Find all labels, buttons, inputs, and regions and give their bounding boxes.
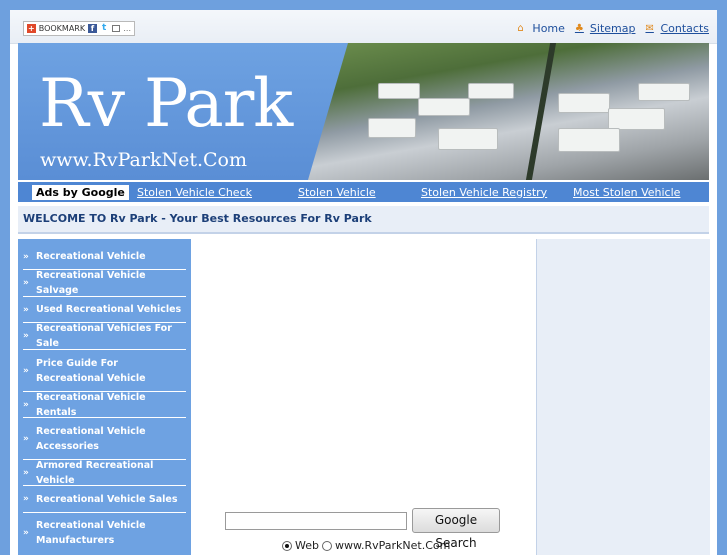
welcome-text: WELCOME TO Rv Park - Your Best Resources… <box>23 212 372 225</box>
search-scope: Web www.RvParkNet.Com <box>282 539 450 552</box>
mail-icon: ✉ <box>645 22 654 34</box>
sidebar-item-salvage[interactable]: » Recreational Vehicle Salvage <box>23 270 186 297</box>
contacts-link-label: Contacts <box>660 22 709 35</box>
site-header: Rv Park www.RvParkNet.Com <box>18 43 709 180</box>
double-chevron-icon: » <box>23 278 29 288</box>
rv-image <box>608 108 665 130</box>
double-chevron-icon: » <box>23 331 29 341</box>
sitemap-icon: ♣ <box>574 22 584 34</box>
bookmark-more[interactable]: ... <box>123 24 131 33</box>
double-chevron-icon: » <box>23 467 29 478</box>
sidebar-item-used[interactable]: » Used Recreational Vehicles <box>23 297 186 323</box>
google-search-button[interactable]: Google Search <box>412 508 500 550</box>
sidebar-item-rentals[interactable]: » Recreational Vehicle Rentals <box>23 392 186 418</box>
ad-link-bar: Ads by Google Stolen Vehicle Check Stole… <box>18 182 709 202</box>
page: + BOOKMARK f t ... ⌂ Home ♣ Sitemap ✉ Co… <box>10 10 717 555</box>
rv-park-photo <box>308 43 709 180</box>
site-title: Rv Park <box>39 65 293 142</box>
twitter-icon[interactable]: t <box>99 24 109 33</box>
email-icon[interactable] <box>111 25 121 32</box>
site-url: www.RvParkNet.Com <box>40 149 248 171</box>
sidebar-item-for-sale[interactable]: » Recreational Vehicles For Sale <box>23 323 186 350</box>
sidebar-item-armored[interactable]: » Armored Recreational Vehicle <box>23 460 186 486</box>
ads-by-google[interactable]: Ads by Google <box>32 184 129 200</box>
rv-image <box>438 128 498 150</box>
sidebar-item-label: Recreational Vehicle Manufacturers <box>36 520 146 546</box>
sitemap-link-label: Sitemap <box>589 22 636 35</box>
plus-icon: + <box>27 24 36 33</box>
sidebar-item-manufacturers[interactable]: » Recreational Vehicle Manufacturers <box>23 513 186 553</box>
double-chevron-icon: » <box>23 365 29 376</box>
double-chevron-icon: » <box>23 251 29 262</box>
sidebar-item-sales[interactable]: » Recreational Vehicle Sales <box>23 486 186 513</box>
top-bar: + BOOKMARK f t ... ⌂ Home ♣ Sitemap ✉ Co… <box>10 10 717 44</box>
sidebar-item-accessories[interactable]: » Recreational Vehicle Accessories <box>23 418 186 460</box>
nav-link-stolen-vehicle-registry[interactable]: Stolen Vehicle Registry <box>421 186 547 199</box>
rv-image <box>558 93 610 113</box>
top-links: ⌂ Home ♣ Sitemap ✉ Contacts <box>517 22 709 35</box>
double-chevron-icon: » <box>23 433 29 444</box>
radio-site[interactable] <box>321 540 332 551</box>
home-icon: ⌂ <box>517 22 524 34</box>
rv-image <box>468 83 514 99</box>
radio-web-label: Web <box>295 539 319 552</box>
sidebar-item-label: Recreational Vehicle <box>36 251 146 262</box>
main-content: Google Search Web www.RvParkNet.Com <box>191 239 534 555</box>
bookmark-label: BOOKMARK <box>38 24 86 33</box>
double-chevron-icon: » <box>23 304 29 315</box>
sidebar-item-label: Used Recreational Vehicles <box>36 304 182 315</box>
double-chevron-icon: » <box>23 494 29 504</box>
sidebar-item-label: Recreational Vehicle Sales <box>36 493 178 505</box>
home-link[interactable]: ⌂ Home <box>517 22 564 35</box>
rv-image <box>378 83 420 99</box>
sidebar: » Recreational Vehicle » Recreational Ve… <box>18 239 191 555</box>
sidebar-item-label: Recreational Vehicles For Sale <box>36 323 172 349</box>
home-link-label: Home <box>532 22 565 35</box>
rv-image <box>368 118 416 138</box>
welcome-banner: WELCOME TO Rv Park - Your Best Resources… <box>18 206 709 234</box>
search-input[interactable] <box>225 512 407 530</box>
sidebar-item-label: Recreational Vehicle Rentals <box>36 391 146 418</box>
sidebar-item-price-guide[interactable]: » Price Guide For Recreational Vehicle <box>23 350 186 392</box>
double-chevron-icon: » <box>23 528 29 538</box>
facebook-icon[interactable]: f <box>88 24 97 33</box>
rv-image <box>418 98 470 116</box>
right-column <box>536 239 710 555</box>
rv-image <box>638 83 690 101</box>
photo-divider <box>525 43 557 180</box>
radio-site-label: www.RvParkNet.Com <box>334 539 451 552</box>
nav-link-stolen-vehicle-check[interactable]: Stolen Vehicle Check <box>137 186 252 199</box>
sidebar-item-label: Recreational Vehicle Accessories <box>36 425 146 452</box>
sidebar-item-label: Recreational Vehicle Salvage <box>36 270 146 296</box>
sidebar-item-label: Price Guide For Recreational Vehicle <box>36 357 146 384</box>
contacts-link[interactable]: ✉ Contacts <box>645 22 709 35</box>
nav-link-most-stolen-vehicle[interactable]: Most Stolen Vehicle <box>573 186 680 199</box>
sidebar-item-recreational-vehicle[interactable]: » Recreational Vehicle <box>23 244 186 270</box>
sidebar-item-label: Armored Recreational Vehicle <box>36 459 154 486</box>
sitemap-link[interactable]: ♣ Sitemap <box>575 22 636 35</box>
double-chevron-icon: » <box>23 399 29 410</box>
rv-image <box>558 128 620 152</box>
radio-web[interactable] <box>282 540 292 551</box>
bookmark-button[interactable]: + BOOKMARK f t ... <box>23 21 135 36</box>
nav-link-stolen-vehicle[interactable]: Stolen Vehicle <box>298 186 376 199</box>
